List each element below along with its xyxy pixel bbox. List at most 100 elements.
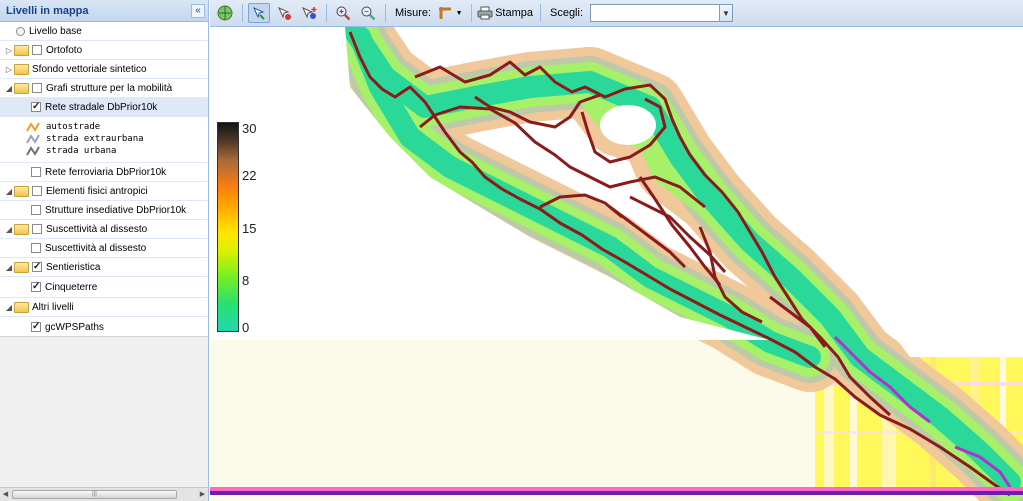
- folder-open-icon: [14, 301, 29, 313]
- checkbox[interactable]: [31, 243, 41, 253]
- tree-node-label: Grafi strutture per la mobilità: [46, 82, 173, 94]
- colorbar-tick: 15: [242, 221, 257, 236]
- tree-node-label: gcWPSPaths: [45, 321, 104, 333]
- tree-node-sfondo[interactable]: ▷ Sfondo vettoriale sintetico: [0, 60, 208, 79]
- printer-icon: [477, 6, 493, 20]
- folder-open-icon: [14, 223, 29, 235]
- stampa-label: Stampa: [495, 7, 533, 19]
- radio-icon[interactable]: [16, 26, 25, 36]
- measure-dropdown-button[interactable]: ▼: [435, 3, 465, 23]
- tree-node-grafi[interactable]: ◢ Grafi strutture per la mobilità: [0, 79, 208, 98]
- add-pointer-icon: [302, 7, 317, 19]
- pan-arrow-icon: [253, 7, 265, 20]
- horizontal-scrollbar[interactable]: ◀ ||| ▶: [0, 487, 208, 501]
- legend-item: strada extraurbana: [26, 133, 208, 145]
- collapse-arrow-icon[interactable]: ◢: [4, 263, 14, 272]
- tree-node-rete-ferroviaria[interactable]: Rete ferroviaria DbPrior10k: [0, 163, 208, 182]
- zoom-out-icon: [361, 6, 376, 21]
- collapse-arrow-icon[interactable]: ◢: [4, 84, 14, 93]
- tree-node-suscettivita-layer[interactable]: Suscettività al dissesto: [0, 239, 208, 258]
- checkbox[interactable]: [32, 45, 42, 55]
- tree-node-label: Rete ferroviaria DbPrior10k: [45, 166, 167, 178]
- checkbox[interactable]: [32, 83, 42, 93]
- tree-node-elementi-fisici[interactable]: ◢ Elementi fisici antropici: [0, 182, 208, 201]
- map-layers: [210, 27, 1023, 501]
- map-canvas[interactable]: [210, 27, 1023, 501]
- legend-label: strada extraurbana: [46, 134, 144, 144]
- scegli-input[interactable]: [591, 5, 720, 21]
- layer-tree: Livello base ▷ Ortofoto ▷ Sfondo vettori…: [0, 22, 208, 338]
- checkbox-checked[interactable]: ✓: [32, 262, 42, 272]
- zoom-in-button[interactable]: [332, 3, 354, 23]
- misure-label: Misure:: [395, 7, 432, 19]
- expand-arrow-icon[interactable]: ▷: [4, 46, 14, 55]
- tree-node-cinqueterre[interactable]: ✓ Cinqueterre: [0, 277, 208, 298]
- legend-label: autostrade: [46, 122, 101, 132]
- chevron-down-icon[interactable]: ▼: [719, 5, 733, 21]
- scroll-right-icon[interactable]: ▶: [198, 490, 207, 499]
- collapse-arrow-icon[interactable]: ◢: [4, 225, 14, 234]
- tree-node-label: Livello base: [29, 25, 82, 37]
- tree-node-label: Suscettività al dissesto: [46, 223, 148, 235]
- zoom-extent-button[interactable]: [214, 3, 236, 23]
- toolbar-separator: [539, 4, 541, 22]
- scrollbar-thumb[interactable]: |||: [12, 490, 177, 499]
- checkbox[interactable]: [31, 205, 41, 215]
- checkbox[interactable]: [32, 224, 42, 234]
- tree-node-gcwpspaths[interactable]: ✓ gcWPSPaths: [0, 317, 208, 338]
- line-symbol-icon: [26, 122, 40, 132]
- layers-panel-header: Livelli in mappa «: [0, 0, 208, 22]
- tree-node-label: Sentieristica: [46, 261, 101, 273]
- scegli-combobox[interactable]: ▼: [590, 4, 734, 22]
- checkbox[interactable]: [31, 167, 41, 177]
- tree-node-label: Suscettività al dissesto: [45, 242, 147, 254]
- scroll-left-icon[interactable]: ◀: [1, 490, 10, 499]
- zoom-out-button[interactable]: [357, 3, 379, 23]
- checkbox[interactable]: [32, 186, 42, 196]
- toolbar-separator: [471, 4, 473, 22]
- legend-item: strada urbana: [26, 145, 208, 157]
- toolbar-separator: [242, 4, 243, 22]
- checkbox-checked[interactable]: ✓: [31, 282, 41, 292]
- expand-arrow-icon[interactable]: ▷: [4, 65, 14, 74]
- checkbox-checked[interactable]: ✓: [31, 322, 41, 332]
- colorbar-legend: 30 22 15 8 0: [217, 121, 272, 335]
- toolbar-separator: [385, 4, 386, 22]
- tree-node-livello-base[interactable]: Livello base: [0, 22, 208, 41]
- tree-node-label: Ortofoto: [46, 44, 83, 56]
- tree-node-suscettivita-group[interactable]: ◢ Suscettività al dissesto: [0, 220, 208, 239]
- collapse-arrow-icon[interactable]: ◢: [4, 187, 14, 196]
- tree-node-label: Elementi fisici antropici: [46, 185, 148, 197]
- scegli-label: Scegli:: [549, 7, 584, 19]
- select-pointer-icon: [278, 7, 291, 20]
- tree-node-ortofoto[interactable]: ▷ Ortofoto: [0, 41, 208, 60]
- colorbar-tick: 8: [242, 273, 250, 288]
- collapse-arrow-icon[interactable]: ◢: [4, 303, 14, 312]
- ruler-icon: [438, 7, 451, 19]
- globe-icon: [217, 5, 233, 21]
- tree-node-sentieristica[interactable]: ◢ ✓ Sentieristica: [0, 258, 208, 277]
- colorbar-tick: 0: [242, 320, 250, 335]
- colorbar-tick: 22: [242, 168, 257, 183]
- tree-node-strutture[interactable]: Strutture insediative DbPrior10k: [0, 201, 208, 220]
- double-chevron-left-icon[interactable]: «: [191, 3, 205, 18]
- folder-icon: [14, 63, 29, 75]
- tree-node-label: Altri livelli: [32, 301, 74, 313]
- add-point-button[interactable]: [298, 3, 320, 23]
- layers-panel: Livelli in mappa « Livello base ▷ Ortofo…: [0, 0, 209, 501]
- raster-edge-band: [210, 491, 1023, 495]
- legend-item: autostrade: [26, 121, 208, 133]
- select-button[interactable]: [273, 3, 295, 23]
- legend-label: strada urbana: [46, 146, 117, 156]
- colorbar-ramp: [217, 122, 239, 332]
- folder-open-icon: [14, 82, 29, 94]
- chevron-down-icon: ▼: [455, 9, 463, 17]
- pan-button[interactable]: [248, 3, 270, 23]
- tree-node-rete-stradale[interactable]: ✓ Rete stradale DbPrior10k: [0, 98, 208, 117]
- stampa-button[interactable]: Stampa: [477, 6, 533, 20]
- tree-node-altri-livelli[interactable]: ◢ Altri livelli: [0, 298, 208, 317]
- tree-node-label: Strutture insediative DbPrior10k: [45, 204, 187, 216]
- checkbox-checked[interactable]: ✓: [31, 102, 41, 112]
- zoom-in-icon: [336, 6, 351, 21]
- tree-node-label: Sfondo vettoriale sintetico: [32, 63, 147, 75]
